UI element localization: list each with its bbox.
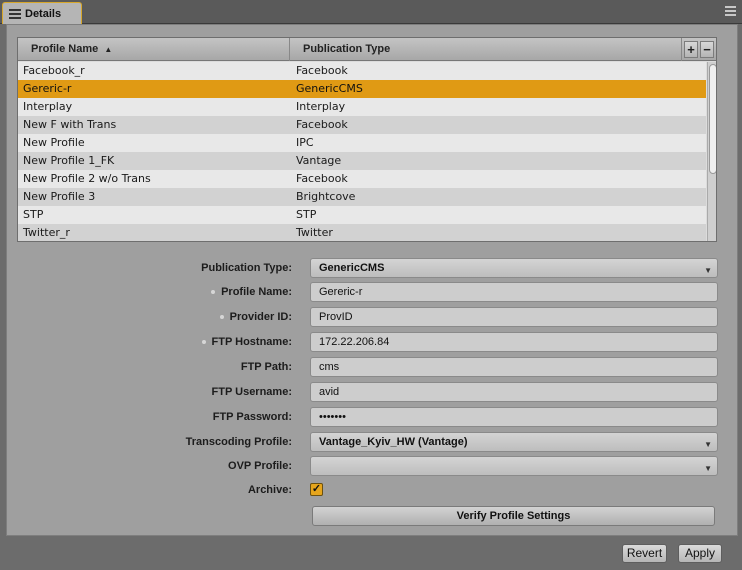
tab-details-label: Details [25,7,62,20]
cell-publication-type: Brightcove [296,190,356,203]
provider-id-field[interactable]: ProvID [310,307,718,327]
table-rows: Facebook_r Facebook Gereric-r GenericCMS… [18,62,706,241]
verify-profile-settings-button[interactable]: Verify Profile Settings [312,506,715,526]
ftp-password-label: FTP Password: [212,411,292,423]
ftp-password-field[interactable]: ••••••• [310,407,718,427]
cell-profile-name: New Profile 2 w/o Trans [23,172,151,185]
ovp-profile-label: OVP Profile: [228,460,292,472]
remove-profile-button[interactable]: − [700,41,714,58]
table-row[interactable]: New F with Trans Facebook [18,116,706,134]
ftp-username-field[interactable]: avid [310,382,718,402]
cell-profile-name: New Profile [23,136,85,149]
cell-publication-type: GenericCMS [296,82,363,95]
publication-type-label: Publication Type: [201,262,292,274]
archive-label: Archive: [247,484,292,496]
cell-profile-name: Facebook_r [23,64,85,77]
cell-profile-name: Interplay [23,100,73,113]
table-row[interactable]: New Profile IPC [18,134,706,152]
table-row[interactable]: New Profile 3 Brightcove [18,188,706,206]
tab-details[interactable]: Details [2,2,82,24]
cell-profile-name: New F with Trans [23,118,117,131]
publication-type-value: GenericCMS [319,262,385,274]
profiles-table: Profile Name ▲ Publication Type + − Face… [17,37,717,242]
column-header-publication-type[interactable]: Publication Type [290,38,682,61]
table-row[interactable]: New Profile 2 w/o Trans Facebook [18,170,706,188]
dropdown-arrow-icon: ▼ [704,266,712,275]
required-dot-icon [201,340,206,345]
cell-publication-type: Interplay [296,100,346,113]
table-header: Profile Name ▲ Publication Type + − [18,38,716,61]
scrollbar-thumb[interactable] [709,64,716,174]
apply-button[interactable]: Apply [678,544,722,563]
cell-publication-type: Twitter [296,226,333,239]
column-header-publication-type-label: Publication Type [303,43,391,55]
required-dot-icon [219,315,224,320]
transcoding-profile-label: Transcoding Profile: [185,436,292,448]
ftp-hostname-label: FTP Hostname: [157,332,292,352]
tab-bar: Details [0,0,742,24]
ftp-hostname-field[interactable]: 172.22.206.84 [310,332,718,352]
table-row[interactable]: STP STP [18,206,706,224]
sort-ascending-icon: ▲ [104,45,113,54]
profile-name-label: Profile Name: [157,282,292,302]
column-header-profile-name[interactable]: Profile Name ▲ [18,38,290,61]
cell-profile-name: Twitter_r [23,226,70,239]
cell-publication-type: STP [296,208,317,221]
provider-id-label: Provider ID: [157,307,292,327]
ftp-path-field[interactable]: cms [310,357,718,377]
cell-publication-type: Facebook [296,118,348,131]
profile-name-field[interactable]: Gereric-r [310,282,718,302]
cell-publication-type: Facebook [296,172,348,185]
column-header-profile-name-label: Profile Name [31,43,99,55]
cell-publication-type: Facebook [296,64,348,77]
cell-profile-name: Gereric-r [23,82,72,95]
table-scrollbar[interactable] [707,62,716,241]
ftp-username-label: FTP Username: [211,386,293,398]
add-profile-button[interactable]: + [684,41,698,58]
dropdown-arrow-icon: ▼ [704,440,712,449]
cell-profile-name: STP [23,208,44,221]
hamburger-menu-icon[interactable] [725,6,736,16]
details-panel: Profile Name ▲ Publication Type + − Face… [6,24,738,536]
cell-publication-type: Vantage [296,154,342,167]
profile-name-label-text: Profile Name: [221,286,292,298]
transcoding-profile-select[interactable]: Vantage_Kyiv_HW (Vantage) ▼ [310,432,718,452]
list-icon [9,8,21,19]
cell-publication-type: IPC [296,136,314,149]
cell-profile-name: New Profile 1_FK [23,154,115,167]
table-row[interactable]: Gereric-r GenericCMS [18,80,706,98]
ftp-path-label: FTP Path: [240,361,292,373]
transcoding-profile-value: Vantage_Kyiv_HW (Vantage) [319,436,468,448]
ovp-profile-select[interactable]: ▼ [310,456,718,476]
table-row[interactable]: Facebook_r Facebook [18,62,706,80]
ftp-hostname-label-text: FTP Hostname: [211,336,292,348]
archive-checkbox[interactable]: ✓ [310,483,323,496]
publication-type-select[interactable]: GenericCMS ▼ [310,258,718,278]
table-row[interactable]: Interplay Interplay [18,98,706,116]
dropdown-arrow-icon: ▼ [704,464,712,473]
provider-id-label-text: Provider ID: [229,311,292,323]
cell-profile-name: New Profile 3 [23,190,96,203]
table-row[interactable]: New Profile 1_FK Vantage [18,152,706,170]
table-row[interactable]: Twitter_r Twitter [18,224,706,241]
required-dot-icon [211,290,216,295]
revert-button[interactable]: Revert [622,544,667,563]
